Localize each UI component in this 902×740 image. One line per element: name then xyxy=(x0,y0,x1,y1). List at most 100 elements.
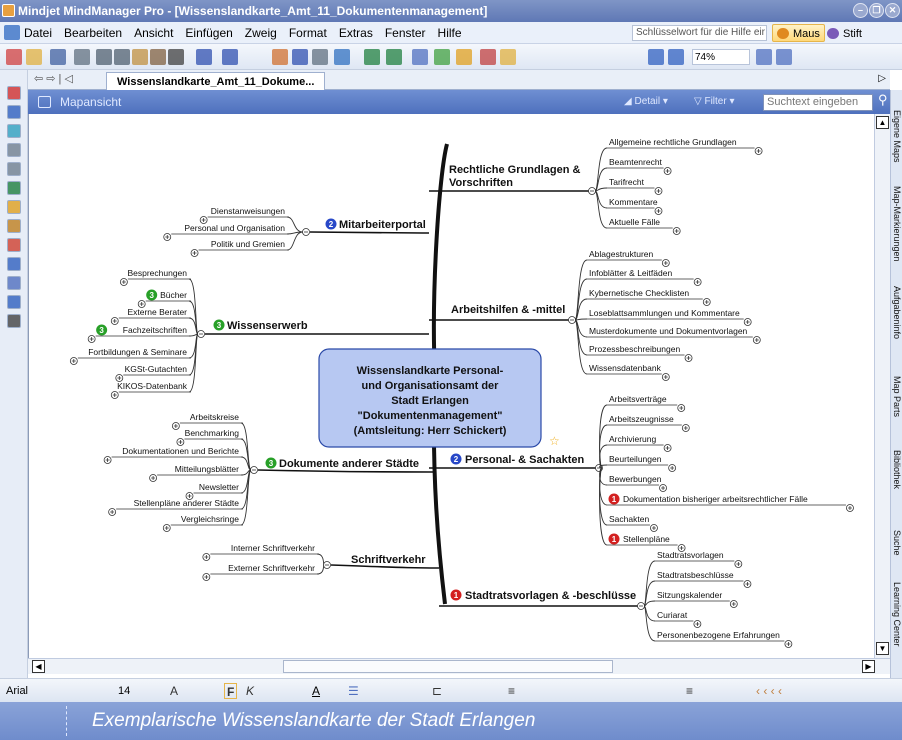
open-icon[interactable] xyxy=(26,49,42,65)
task-icon[interactable] xyxy=(480,49,496,65)
filter-dropdown[interactable]: ▽ Filter ▾ xyxy=(694,90,735,114)
open-folder-icon[interactable] xyxy=(500,49,516,65)
excel-icon[interactable] xyxy=(7,181,21,195)
right-sub-topic[interactable]: Stellenpläne xyxy=(623,534,670,544)
left-sub-topic[interactable]: Politik und Gremien xyxy=(211,239,285,249)
right-sub-topic[interactable]: Musterdokumente und Dokumentvorlagen xyxy=(589,326,748,336)
task-pane-tab-2[interactable]: Aufgabeninfo xyxy=(891,286,902,339)
left-branch-1-label[interactable]: Wissenserwerb xyxy=(227,320,308,332)
right-sub-topic[interactable]: Kommentare xyxy=(609,197,658,207)
left-sub-topic[interactable]: Interner Schriftverkehr xyxy=(231,543,315,553)
scroll-down-arrow[interactable]: ▼ xyxy=(876,642,889,655)
right-sub-topic[interactable]: Arbeitsverträge xyxy=(609,394,667,404)
outlook-icon[interactable] xyxy=(7,200,21,214)
right-sub-topic[interactable]: Aktuelle Fälle xyxy=(609,217,660,227)
task-pane-tab-4[interactable]: Bibliothek xyxy=(891,450,902,489)
calendar-icon[interactable] xyxy=(7,276,21,290)
right-branch-1-label[interactable]: Arbeitshilfen & -mittel xyxy=(451,304,565,316)
task-pane-tab-0[interactable]: Eigene Maps xyxy=(891,110,902,163)
font-family-select[interactable]: Arial xyxy=(4,683,114,699)
cut-icon[interactable] xyxy=(96,49,112,65)
left-branch-0-label[interactable]: Mitarbeiterportal xyxy=(339,219,426,231)
align-center-icon[interactable]: ≡ xyxy=(508,683,515,699)
visio-icon[interactable] xyxy=(7,257,21,271)
tab-document[interactable]: Wissenslandkarte_Amt_11_Dokume... xyxy=(106,72,326,91)
right-sub-topic[interactable]: Beamtenrecht xyxy=(609,157,663,167)
right-sub-topic[interactable]: Curiarat xyxy=(657,610,688,620)
left-sub-topic[interactable]: Stellenpläne anderer Städte xyxy=(134,498,240,508)
map-view-icon[interactable] xyxy=(38,96,51,108)
right-sub-topic[interactable]: Bewerbungen xyxy=(609,474,662,484)
scroll-left-arrow[interactable]: ◀ xyxy=(32,660,45,673)
menu-format[interactable]: Format xyxy=(289,22,327,43)
redo-icon[interactable] xyxy=(222,49,238,65)
left-sub-topic[interactable]: Externe Berater xyxy=(127,307,187,317)
mail-icon[interactable] xyxy=(7,295,21,309)
left-sub-topic[interactable]: KIKOS-Datenbank xyxy=(117,381,188,391)
right-sub-topic[interactable]: Beurteilungen xyxy=(609,454,662,464)
right-branch-2-label[interactable]: Personal- & Sachakten xyxy=(465,454,584,466)
alignment-icon[interactable]: ⊏ xyxy=(432,683,442,699)
callout-icon[interactable] xyxy=(292,49,308,65)
menu-hilfe[interactable]: Hilfe xyxy=(438,22,462,43)
grow-font-icon[interactable]: A xyxy=(170,683,178,699)
left-sub-topic[interactable]: Externer Schriftverkehr xyxy=(228,563,315,573)
right-sub-topic[interactable]: Stadtratsvorlagen xyxy=(657,550,724,560)
left-sub-topic[interactable]: Newsletter xyxy=(199,482,239,492)
right-sub-topic[interactable]: Ablagestrukturen xyxy=(589,249,654,259)
pdf-export-icon[interactable] xyxy=(7,86,21,100)
print-icon[interactable] xyxy=(74,49,90,65)
task-pane-tab-6[interactable]: Learning Center xyxy=(891,582,902,647)
tab-navigation-arrows[interactable]: ⇦ ⇨ | ◁ xyxy=(34,72,73,85)
minimize-button[interactable]: – xyxy=(853,3,868,18)
left-sub-topic[interactable]: Vergleichsringe xyxy=(181,514,239,524)
right-sub-topic[interactable]: Prozessbeschreibungen xyxy=(589,344,680,354)
powerpoint-icon[interactable] xyxy=(7,238,21,252)
menu-ansicht[interactable]: Ansicht xyxy=(134,22,173,43)
right-sub-topic[interactable]: Sitzungskalender xyxy=(657,590,722,600)
menu-einfügen[interactable]: Einfügen xyxy=(185,22,232,43)
hyperlink-icon[interactable] xyxy=(364,49,380,65)
more-icon[interactable] xyxy=(7,314,21,328)
relationship-icon[interactable] xyxy=(312,49,328,65)
binoculars-icon[interactable]: ⚲ xyxy=(878,92,888,108)
right-sub-topic[interactable]: Arbeitszeugnisse xyxy=(609,414,674,424)
web-export-icon[interactable] xyxy=(7,124,21,138)
task-pane-tab-5[interactable]: Suche xyxy=(891,530,902,556)
paste-icon[interactable] xyxy=(132,49,148,65)
task-pane-tab-1[interactable]: Map-Markierungen xyxy=(891,186,902,262)
project-icon[interactable] xyxy=(7,219,21,233)
menu-datei[interactable]: Datei xyxy=(24,22,52,43)
task-pane-tab-3[interactable]: Map Parts xyxy=(891,376,902,417)
help-search-input[interactable]: Schlüsselwort für die Hilfe eir xyxy=(632,25,767,41)
map-view-label[interactable]: Mapansicht xyxy=(60,90,121,114)
left-sub-topic[interactable]: Fachzeitschriften xyxy=(123,325,188,335)
document-icon[interactable] xyxy=(4,25,20,40)
icon-markers-icon[interactable]: ‹ ‹ ‹ ‹ xyxy=(756,683,782,699)
left-branch-3-label[interactable]: Schriftverkehr xyxy=(351,554,426,566)
left-sub-topic[interactable]: Dienstanweisungen xyxy=(211,206,285,216)
zoom-out-icon[interactable] xyxy=(668,49,684,65)
menu-fenster[interactable]: Fenster xyxy=(385,22,426,43)
right-sub-topic[interactable]: Loseblattsammlungen und Kommentare xyxy=(589,308,740,318)
boundary-icon[interactable] xyxy=(334,49,350,65)
left-sub-topic[interactable]: Mitteilungsblätter xyxy=(175,464,239,474)
left-sub-topic[interactable]: Arbeitskreise xyxy=(190,412,239,422)
numbering-icon[interactable]: ≡ xyxy=(686,683,693,699)
left-sub-topic[interactable]: Fortbildungen & Seminare xyxy=(88,347,187,357)
tab-scroll-right-icon[interactable]: ▷ xyxy=(878,73,886,84)
new-map-icon[interactable] xyxy=(6,49,22,65)
sync-icon[interactable] xyxy=(7,162,21,176)
vertical-scrollbar[interactable]: ▲ ▼ xyxy=(874,114,890,658)
left-sub-topic[interactable]: Dokumentationen und Berichte xyxy=(122,446,239,456)
right-sub-topic[interactable]: Sachakten xyxy=(609,514,649,524)
left-sub-topic[interactable]: Benchmarking xyxy=(185,428,240,438)
notes-icon[interactable] xyxy=(412,49,428,65)
right-sub-topic[interactable]: Personenbezogene Erfahrungen xyxy=(657,630,780,640)
right-sub-topic[interactable]: Dokumentation bisheriger arbeitsrechtlic… xyxy=(623,494,808,504)
topic-shape-icon[interactable]: ☰ xyxy=(348,683,359,699)
map-search-input[interactable]: Suchtext eingeben xyxy=(763,94,873,111)
right-sub-topic[interactable]: Kybernetische Checklisten xyxy=(589,288,689,298)
horizontal-scrollbar[interactable]: ◀ ▶ xyxy=(28,658,890,674)
scroll-right-arrow[interactable]: ▶ xyxy=(862,660,875,673)
